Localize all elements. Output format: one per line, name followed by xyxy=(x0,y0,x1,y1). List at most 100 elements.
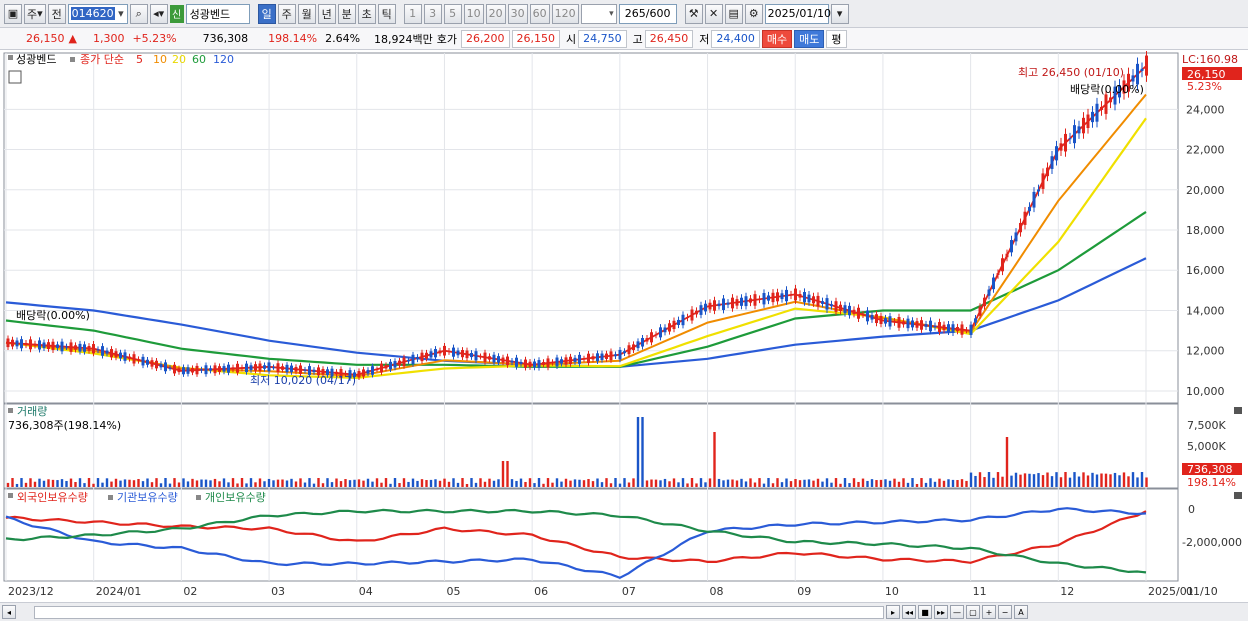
scroll-track[interactable] xyxy=(34,605,884,619)
candle-body xyxy=(695,310,698,315)
holding-tick-1: -2,000,000 xyxy=(1182,536,1242,549)
volume-bar xyxy=(726,479,730,487)
eval-button[interactable]: 평 xyxy=(826,29,847,48)
holding-label-foreign: 외국인보유수량 xyxy=(17,491,88,504)
candle-body xyxy=(578,354,581,364)
candle-body xyxy=(231,367,235,370)
dropdown-arrow-icon[interactable]: ▾ xyxy=(117,7,125,20)
buy-button[interactable]: 매수 xyxy=(761,29,793,48)
trade-amount: 18,924백만 xyxy=(374,32,433,46)
volume-bar xyxy=(825,478,829,487)
zoom-in-icon[interactable]: + xyxy=(982,605,996,619)
volume-bar xyxy=(776,478,779,487)
interval-1-button[interactable]: 1 xyxy=(403,3,422,24)
zoom-slider-icon[interactable]: — xyxy=(950,605,964,619)
candle-body xyxy=(123,352,127,361)
candle-body xyxy=(780,293,784,300)
sell-button[interactable]: 매도 xyxy=(794,29,825,48)
speaker-icon[interactable]: ◂▾ xyxy=(149,3,168,24)
candle-body xyxy=(168,367,172,369)
price-y-tick: 18,000 xyxy=(1186,224,1225,237)
panel-handle-icon[interactable] xyxy=(8,55,13,60)
interval-3-button[interactable]: 3 xyxy=(423,3,442,24)
interval-120-button[interactable]: 120 xyxy=(551,3,579,24)
candle-body xyxy=(519,361,523,365)
candle-body xyxy=(893,321,896,323)
candle-body xyxy=(47,342,50,350)
scroll-left-icon[interactable]: ◂ xyxy=(2,605,16,619)
interval-20-button[interactable]: 20 xyxy=(485,3,506,24)
scroll-last-icon[interactable]: ▸▸ xyxy=(934,605,948,619)
period-week-button[interactable]: 주 xyxy=(277,3,296,24)
legend-ma10: 10 xyxy=(153,53,167,66)
scroll-right-icon[interactable]: ▸ xyxy=(886,605,900,619)
volume-bar xyxy=(744,481,748,487)
holding-handle-icon[interactable] xyxy=(8,493,13,498)
volume-bar xyxy=(641,417,644,487)
candle-body xyxy=(699,305,703,315)
data-table-icon[interactable] xyxy=(8,70,22,84)
interval-5-button[interactable]: 5 xyxy=(443,3,462,24)
volume-bar xyxy=(636,417,640,487)
period-day-button[interactable]: 일 xyxy=(257,3,276,24)
candle-body xyxy=(281,366,284,370)
candle-body xyxy=(524,359,527,368)
ask-price: 26,200 xyxy=(461,29,510,48)
candle-body xyxy=(42,342,46,349)
volume-bar xyxy=(105,478,109,487)
candle-body xyxy=(83,344,86,352)
stock-code-input[interactable]: 014620 ▾ xyxy=(67,3,128,24)
candle-body xyxy=(303,369,307,371)
chart-tool-icon[interactable]: ⚒ xyxy=(684,3,703,24)
market-select[interactable]: 주 ▾ xyxy=(24,3,46,24)
layout-icon[interactable]: ▢ xyxy=(966,605,980,619)
chart-scrollbar[interactable]: ◂ ▸ ◂◂ ■ ▸▸ — ▢ + − A xyxy=(0,602,1248,621)
volume-bar xyxy=(1113,472,1117,487)
stock-name-field[interactable]: 성광벤드 xyxy=(185,3,250,24)
volume-handle-icon[interactable] xyxy=(8,408,13,413)
date-field[interactable]: 2025/01/10 xyxy=(764,3,831,24)
stock-chart[interactable]: 성광벤드 종가 단순 5 10 20 60 120 배당락(0.00%) 최저 … xyxy=(0,51,1248,601)
volume-bar xyxy=(731,479,734,487)
holding-close-icon[interactable] xyxy=(1234,492,1242,499)
candle-body xyxy=(1014,232,1018,242)
all-select[interactable]: 전 xyxy=(47,3,66,24)
volume-bar xyxy=(87,478,91,487)
volume-bar xyxy=(834,478,838,487)
volume-bar xyxy=(785,478,788,487)
x-axis-right-label: 01/10 xyxy=(1186,585,1218,598)
volume-bar xyxy=(699,478,703,487)
date-dropdown-icon[interactable]: ▾ xyxy=(830,3,849,24)
interval-60-button[interactable]: 60 xyxy=(529,3,550,24)
crosshair-icon[interactable]: ✕ xyxy=(704,3,723,24)
scroll-first-icon[interactable]: ◂◂ xyxy=(902,605,916,619)
volume-bar xyxy=(618,483,622,487)
period-minute-button[interactable]: 분 xyxy=(337,3,356,24)
candle-body xyxy=(267,362,271,372)
period-year-button[interactable]: 년 xyxy=(317,3,336,24)
search-icon[interactable]: ⌕ xyxy=(129,3,148,24)
save-icon[interactable]: ▤ xyxy=(724,3,743,24)
period-tick-button[interactable]: 틱 xyxy=(377,3,396,24)
volume-bar xyxy=(551,482,554,487)
settings-gear-icon[interactable]: ⚙ xyxy=(744,3,763,24)
window-menu-icon[interactable]: ▣ xyxy=(4,3,22,24)
bar-count-field[interactable]: 265/600 xyxy=(618,3,677,24)
period-month-button[interactable]: 월 xyxy=(297,3,316,24)
chart-area[interactable]: 성광벤드 종가 단순 5 10 20 60 120 배당락(0.00%) 최저 … xyxy=(0,51,1248,601)
legend-handle-icon[interactable] xyxy=(70,57,75,62)
volume-bar xyxy=(173,478,176,487)
interval-combo[interactable]: ▾ xyxy=(580,3,617,24)
font-size-icon[interactable]: A xyxy=(1014,605,1028,619)
interval-10-button[interactable]: 10 xyxy=(463,3,484,24)
stop-icon[interactable]: ■ xyxy=(918,605,932,619)
volume-bar xyxy=(969,472,973,487)
candle-body xyxy=(812,296,815,304)
zoom-out-icon[interactable]: − xyxy=(998,605,1012,619)
candle-body xyxy=(1140,68,1144,71)
period-second-button[interactable]: 초 xyxy=(357,3,376,24)
interval-30-button[interactable]: 30 xyxy=(507,3,528,24)
candle-body xyxy=(474,351,478,361)
volume-bar xyxy=(447,481,451,487)
volume-close-icon[interactable] xyxy=(1234,407,1242,414)
